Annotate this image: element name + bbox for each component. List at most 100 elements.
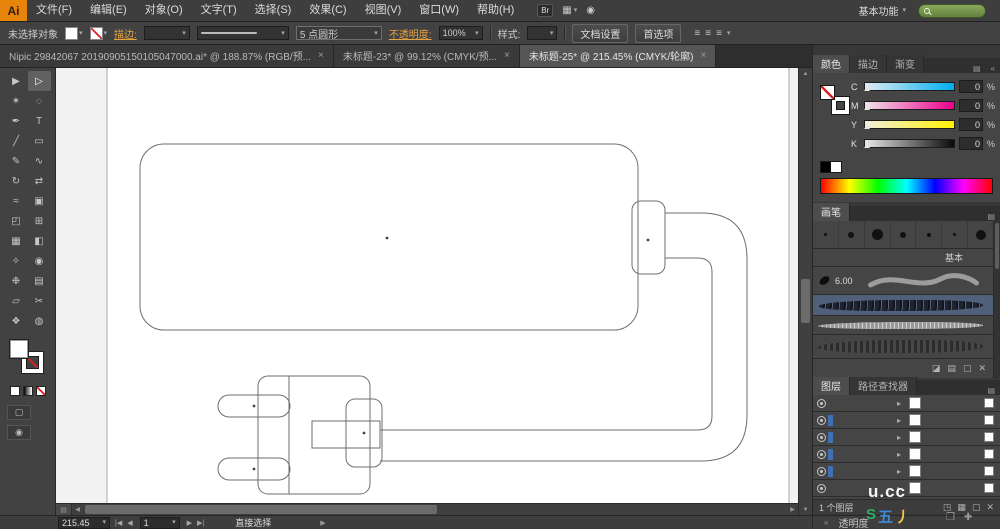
- channel-value-input[interactable]: 0: [959, 137, 983, 150]
- tab-untitled-23[interactable]: 未标题-23* @ 99.12% (CMYK/预... ×: [333, 44, 520, 67]
- search-input[interactable]: [918, 3, 986, 18]
- panel-tab[interactable]: 画笔: [813, 203, 850, 221]
- menu-edit[interactable]: 编辑(E): [81, 0, 136, 21]
- tool-paintbrush[interactable]: ✎: [5, 151, 28, 171]
- width-profile-combo[interactable]: ▾: [196, 26, 289, 40]
- none-button[interactable]: [35, 386, 46, 396]
- app-logo[interactable]: Ai: [0, 0, 27, 21]
- tool-artboard[interactable]: ▱: [5, 291, 28, 311]
- layer-target-thumbnail[interactable]: [984, 415, 994, 425]
- brush-swatch[interactable]: [916, 221, 943, 248]
- artboard[interactable]: [107, 68, 789, 503]
- tab-nipic-29842067[interactable]: Nipic 29842067 20190905150105047000.ai* …: [0, 44, 334, 67]
- visibility-toggle-icon[interactable]: [817, 483, 826, 493]
- scroll-down-icon[interactable]: ▼: [803, 504, 809, 515]
- menu-file[interactable]: 文件(F): [27, 0, 81, 21]
- tool-lasso[interactable]: ◌: [28, 91, 51, 111]
- layer-target-thumbnail[interactable]: [984, 432, 994, 442]
- artboard-number-select[interactable]: 1 ▾: [139, 516, 180, 529]
- layer-row[interactable]: ▸: [813, 412, 1000, 429]
- tool-selection[interactable]: ▶: [5, 71, 28, 91]
- brush-group-row[interactable]: 基本: [813, 249, 993, 267]
- stroke-panel-link[interactable]: 描边:: [114, 26, 137, 41]
- tool-slice[interactable]: ✂: [28, 291, 51, 311]
- menu-object[interactable]: 对象(O): [136, 0, 192, 21]
- panel-tab[interactable]: 图层: [813, 377, 850, 395]
- vertical-scrollbar[interactable]: ▲ ▼: [798, 68, 812, 515]
- delete-brush-icon[interactable]: ✕: [978, 363, 986, 374]
- layer-row[interactable]: ▸: [813, 463, 1000, 480]
- align-icon[interactable]: ≡: [716, 28, 722, 39]
- hscroll-track[interactable]: [83, 504, 787, 516]
- new-brush-icon[interactable]: ▢: [963, 363, 972, 374]
- slider-handle-icon[interactable]: [864, 124, 870, 129]
- scroll-up-icon[interactable]: ▲: [803, 68, 809, 79]
- layer-thumbnail[interactable]: [909, 397, 921, 409]
- horizontal-scrollbar[interactable]: ▤ ◀ ▶: [56, 503, 798, 515]
- layer-target-thumbnail[interactable]: [984, 483, 994, 493]
- tool-column-graph[interactable]: ▤: [28, 271, 51, 291]
- color-button[interactable]: [9, 386, 20, 396]
- tool-mesh[interactable]: ▦: [5, 231, 28, 251]
- tool-direct-selection[interactable]: ▷: [27, 71, 51, 91]
- stroke-swatch[interactable]: [89, 26, 103, 40]
- workspace-switcher[interactable]: 基本功能 ▾: [858, 3, 906, 18]
- vscroll-thumb[interactable]: [801, 279, 810, 323]
- menu-help[interactable]: 帮助(H): [468, 0, 523, 21]
- menu-type[interactable]: 文字(T): [192, 0, 246, 21]
- black-swatch[interactable]: [820, 161, 831, 173]
- panel-tab[interactable]: 渐变: [887, 55, 924, 73]
- align-caret-icon[interactable]: ▾: [727, 30, 731, 37]
- brush-swatch[interactable]: [942, 221, 969, 248]
- bridge-icon[interactable]: Br: [537, 4, 554, 17]
- brush-swatch[interactable]: [839, 221, 865, 248]
- stroke-caret-icon[interactable]: ▾: [104, 30, 108, 37]
- align-icon[interactable]: ≡: [694, 28, 700, 39]
- brush-swatch[interactable]: [813, 221, 839, 248]
- last-artboard-button[interactable]: ▶|: [197, 519, 204, 527]
- menu-select[interactable]: 选择(S): [246, 0, 301, 21]
- panel-tab[interactable]: 描边: [850, 55, 887, 73]
- charcoal-brush-row[interactable]: [813, 316, 993, 335]
- anchor-point[interactable]: [646, 238, 650, 242]
- vscroll-track[interactable]: [799, 79, 812, 504]
- scrollbar-corner-icon[interactable]: ▤: [56, 504, 72, 515]
- document-setup-button[interactable]: 文档设置: [572, 23, 629, 43]
- channel-slider[interactable]: [864, 101, 955, 110]
- status-section-arrow-icon[interactable]: ▶: [320, 519, 325, 527]
- visibility-toggle-icon[interactable]: [817, 398, 826, 408]
- anchor-point[interactable]: [362, 431, 366, 435]
- expand-arrow-icon[interactable]: ▸: [897, 450, 901, 459]
- layer-thumbnail[interactable]: [909, 431, 921, 443]
- opacity-combo[interactable]: 100% ▾: [438, 26, 483, 40]
- tool-magic-wand[interactable]: ✶: [5, 91, 28, 111]
- tool-width[interactable]: ≈: [5, 191, 28, 211]
- gradient-button[interactable]: [22, 386, 33, 396]
- slider-handle-icon[interactable]: [864, 143, 870, 148]
- tab-close-icon[interactable]: ×: [700, 50, 706, 61]
- tab-untitled-25[interactable]: 未标题-25* @ 215.45% (CMYK/轮廓) ×: [519, 44, 717, 67]
- scroll-right-icon[interactable]: ▶: [787, 506, 798, 513]
- brush-swatch[interactable]: [865, 221, 891, 248]
- visibility-toggle-icon[interactable]: [817, 449, 826, 459]
- color-spectrum-bar[interactable]: [820, 178, 993, 194]
- layer-thumbnail[interactable]: [909, 414, 921, 426]
- cs-live-icon[interactable]: ◉: [586, 5, 595, 16]
- transparency-tab-label[interactable]: 透明度: [838, 515, 868, 529]
- brush-options-icon[interactable]: ▤: [947, 363, 956, 374]
- opacity-link[interactable]: 不透明度:: [389, 26, 432, 41]
- channel-slider[interactable]: [864, 139, 955, 148]
- layer-thumbnail[interactable]: [909, 482, 921, 494]
- panel-menu-icon[interactable]: ▤: [968, 64, 986, 73]
- stroke-weight-combo[interactable]: ▾: [143, 26, 190, 40]
- visibility-toggle-icon[interactable]: [817, 466, 826, 476]
- panel-tab[interactable]: 颜色: [813, 55, 850, 73]
- tool-pencil[interactable]: ∿: [28, 151, 51, 171]
- tool-symbol-sprayer[interactable]: ❉: [5, 271, 28, 291]
- tool-gradient[interactable]: ◧: [28, 231, 51, 251]
- tool-pen[interactable]: ✒: [5, 111, 28, 131]
- prev-artboard-button[interactable]: ◀: [127, 519, 132, 527]
- tool-rectangle[interactable]: ▭: [28, 131, 51, 151]
- layer-row[interactable]: ▸: [813, 480, 1000, 497]
- layer-thumbnail[interactable]: [909, 465, 921, 477]
